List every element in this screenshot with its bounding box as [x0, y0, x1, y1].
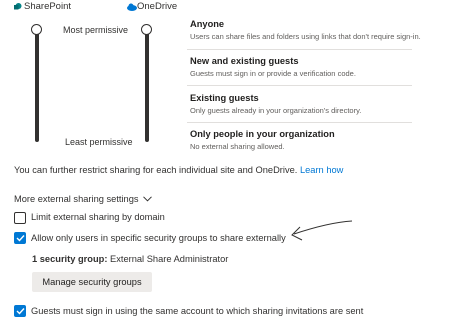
sharepoint-slider-handle[interactable]: [31, 24, 42, 35]
limit-domain-checkbox[interactable]: [14, 212, 26, 224]
manage-security-groups-button[interactable]: Manage security groups: [32, 272, 152, 292]
level-anyone-title: Anyone: [190, 19, 225, 29]
restrict-sharing-text: You can further restrict sharing for eac…: [14, 165, 300, 175]
sharepoint-icon: [14, 2, 22, 11]
chevron-down-icon: [142, 194, 152, 204]
level-divider: [187, 122, 412, 123]
level-divider: [187, 85, 412, 86]
level-new-existing-guests-desc: Guests must sign in or provide a verific…: [190, 69, 356, 78]
security-group-count: 1 security group:: [32, 254, 108, 264]
onedrive-header: OneDrive: [127, 1, 177, 12]
level-existing-guests-desc: Only guests already in your organization…: [190, 106, 362, 115]
security-group-name: External Share Administrator: [107, 254, 229, 264]
restrict-sharing-note: You can further restrict sharing for eac…: [14, 165, 343, 175]
onedrive-slider-handle[interactable]: [141, 24, 152, 35]
level-existing-guests-title: Existing guests: [190, 93, 259, 103]
sharepoint-header: SharePoint: [14, 1, 71, 12]
level-org-only-desc: No external sharing allowed.: [190, 142, 285, 151]
sharepoint-slider-track[interactable]: [35, 30, 39, 142]
onedrive-icon: [127, 3, 137, 11]
level-new-existing-guests-title: New and existing guests: [190, 56, 299, 66]
checkmark-icon: [16, 308, 25, 315]
more-external-sharing-title: More external sharing settings: [14, 194, 139, 204]
most-permissive-label: Most permissive: [63, 25, 129, 35]
arrow-annotation-icon: [291, 220, 353, 241]
allow-security-groups-label: Allow only users in specific security gr…: [31, 233, 286, 243]
more-external-sharing-toggle[interactable]: More external sharing settings: [14, 194, 152, 204]
checkmark-icon: [16, 235, 25, 242]
sharepoint-label: SharePoint: [24, 1, 72, 12]
onedrive-label: OneDrive: [137, 1, 178, 12]
level-anyone-desc: Users can share files and folders using …: [190, 32, 421, 41]
security-group-info: 1 security group: External Share Adminis…: [32, 254, 228, 264]
limit-domain-label: Limit external sharing by domain: [31, 212, 165, 222]
same-account-checkbox[interactable]: [14, 305, 26, 317]
level-org-only-title: Only people in your organization: [190, 129, 335, 139]
allow-security-groups-checkbox[interactable]: [14, 232, 26, 244]
onedrive-slider-track[interactable]: [145, 30, 149, 142]
level-divider: [187, 49, 412, 50]
least-permissive-label: Least permissive: [65, 137, 133, 147]
same-account-label: Guests must sign in using the same accou…: [31, 306, 364, 316]
learn-how-link[interactable]: Learn how: [300, 165, 343, 175]
